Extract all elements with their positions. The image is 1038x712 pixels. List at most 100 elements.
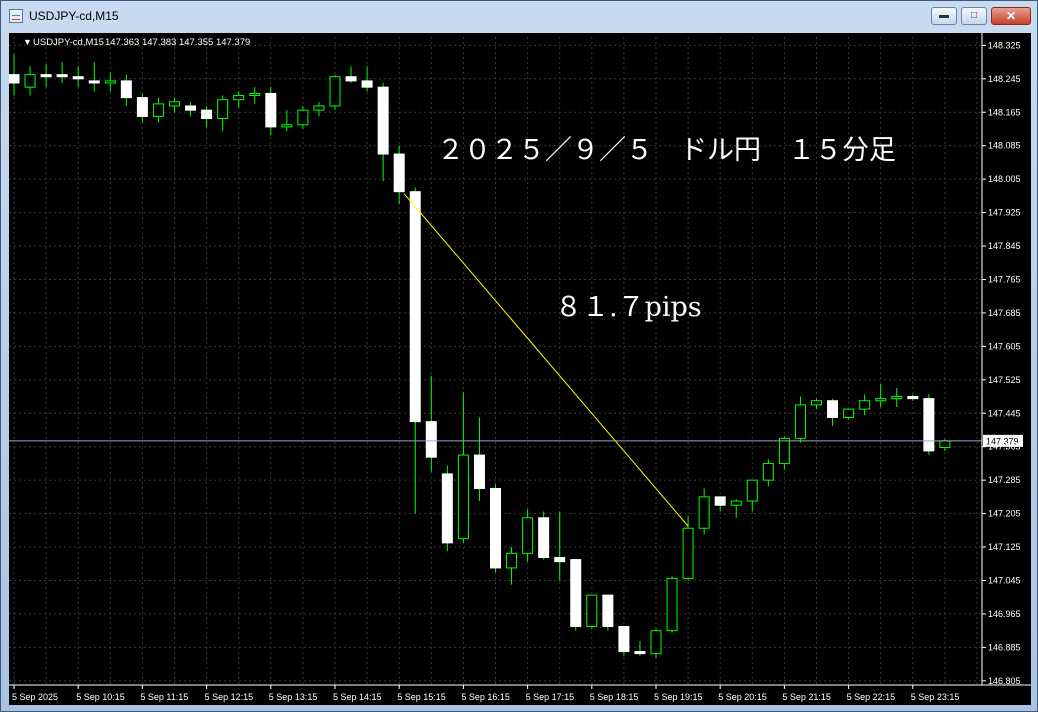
candle-body — [441, 473, 453, 544]
candle-body — [24, 74, 36, 88]
candle-body — [875, 398, 887, 402]
candle-body — [778, 437, 790, 464]
candle-body — [393, 153, 405, 193]
x-tick-label: 5 Sep 11:15 — [140, 692, 188, 702]
candle-body — [602, 594, 614, 627]
title-bar[interactable]: USDJPY-cd,M15 ▬ □ ✕ — [1, 1, 1037, 33]
candle-body — [56, 74, 68, 78]
x-tick-label: 5 Sep 15:15 — [397, 692, 446, 702]
candle-body — [714, 496, 726, 506]
chart-title-annotation: ２０２５／９／５ ドル円 １５分足 — [437, 135, 896, 166]
candle-body — [554, 556, 566, 563]
candle-body — [281, 124, 293, 128]
symbol-label: USDJPY-cd,M15 — [33, 37, 104, 48]
y-tick-label: 147.205 — [988, 509, 1021, 519]
x-tick-label: 5 Sep 10:15 — [76, 692, 125, 702]
candle-body — [939, 440, 951, 449]
candle-body — [682, 527, 694, 579]
y-tick-label: 147.365 — [988, 442, 1021, 452]
y-tick-label: 147.765 — [988, 274, 1021, 284]
y-tick-label: 147.845 — [988, 241, 1021, 251]
candle-body — [425, 421, 437, 458]
y-tick-label: 148.325 — [988, 40, 1021, 50]
x-tick-label: 5 Sep 22:15 — [847, 692, 896, 702]
candle-body — [136, 97, 148, 117]
candle-body — [152, 103, 164, 117]
candle-body — [409, 191, 421, 423]
price-chart-area[interactable]: 147.379 148.325 148.245 148.165 148.085 148.… — [8, 33, 1031, 705]
y-tick-label: 147.125 — [988, 542, 1021, 552]
x-tick-label: 5 Sep 20:15 — [718, 692, 767, 702]
x-tick-label: 5 Sep 14:15 — [333, 692, 382, 702]
candle-body — [650, 630, 662, 655]
candle-body — [361, 80, 373, 88]
minimize-button[interactable]: ▬ — [931, 7, 957, 25]
candle-body — [843, 408, 855, 418]
y-tick-label: 148.005 — [988, 174, 1021, 184]
maximize-button[interactable]: □ — [961, 7, 987, 25]
candle-body — [329, 76, 341, 107]
candle-body — [473, 454, 485, 490]
candle-body — [377, 86, 389, 155]
candle-body — [811, 400, 822, 406]
y-tick-label: 147.925 — [988, 208, 1021, 218]
candle-body — [891, 396, 903, 400]
candle-body — [104, 80, 116, 84]
y-tick-label: 147.525 — [988, 375, 1021, 385]
x-tick-label: 5 Sep 19:15 — [654, 692, 703, 702]
candle-body — [570, 559, 582, 627]
candle-body — [297, 109, 309, 126]
candle-body — [249, 92, 261, 97]
candle-body — [40, 74, 52, 78]
y-tick-label: 148.245 — [988, 74, 1021, 84]
candle-body — [522, 517, 534, 554]
candle-body — [8, 74, 20, 84]
x-tick-label: 5 Sep 13:15 — [269, 692, 318, 702]
y-tick-label: 146.805 — [988, 676, 1021, 686]
candle-body — [120, 80, 132, 99]
candle-body — [698, 496, 710, 529]
y-tick-label: 147.605 — [988, 341, 1021, 351]
x-tick-label: 5 Sep 2025 — [12, 692, 58, 702]
symbol-dropdown-icon[interactable]: ▼ — [23, 37, 32, 47]
candle-body — [618, 625, 630, 653]
candle-body — [827, 400, 839, 418]
x-tick-label: 5 Sep 17:15 — [526, 692, 575, 702]
candle-body — [746, 479, 758, 502]
y-tick-label: 147.445 — [988, 408, 1021, 418]
candle-body — [634, 651, 646, 655]
axes: 148.325 148.245 148.165 148.085 148.005 147.9… — [9, 33, 1031, 702]
pips-annotation: ８１.７pips — [555, 292, 702, 323]
candle-body — [265, 92, 277, 128]
candle-body — [762, 462, 774, 481]
y-tick-label: 148.085 — [988, 141, 1021, 151]
x-tick-label: 5 Sep 16:15 — [461, 692, 510, 702]
y-tick-label: 147.285 — [988, 475, 1021, 485]
candlestick-chart[interactable]: 147.379 148.325148.245148.165148.085148.… — [8, 33, 1031, 705]
candle-body — [666, 577, 678, 632]
candle-body — [586, 594, 598, 627]
candle-body — [72, 76, 84, 80]
candle-body — [345, 76, 357, 82]
chart-app-icon — [9, 9, 23, 23]
y-tick-label: 146.965 — [988, 609, 1021, 619]
window-title: USDJPY-cd,M15 — [29, 9, 119, 23]
candle-body — [169, 101, 180, 107]
candle-body — [506, 552, 518, 569]
candle-body — [88, 80, 100, 84]
candle-body — [538, 517, 550, 558]
candle-body — [233, 95, 245, 101]
candle-body — [490, 488, 501, 569]
candle-body — [313, 105, 325, 111]
candle-body — [907, 396, 919, 400]
candle-body — [859, 400, 871, 410]
overlay: 147.379 — [9, 193, 1023, 527]
y-tick-label: 147.685 — [988, 308, 1021, 318]
close-button[interactable]: ✕ — [991, 7, 1031, 25]
candle-body — [217, 99, 229, 120]
candle-body — [794, 404, 806, 439]
x-tick-label: 5 Sep 23:15 — [911, 692, 960, 702]
candle-body — [730, 500, 742, 506]
x-tick-label: 5 Sep 21:15 — [782, 692, 831, 702]
candle-body — [201, 109, 213, 120]
